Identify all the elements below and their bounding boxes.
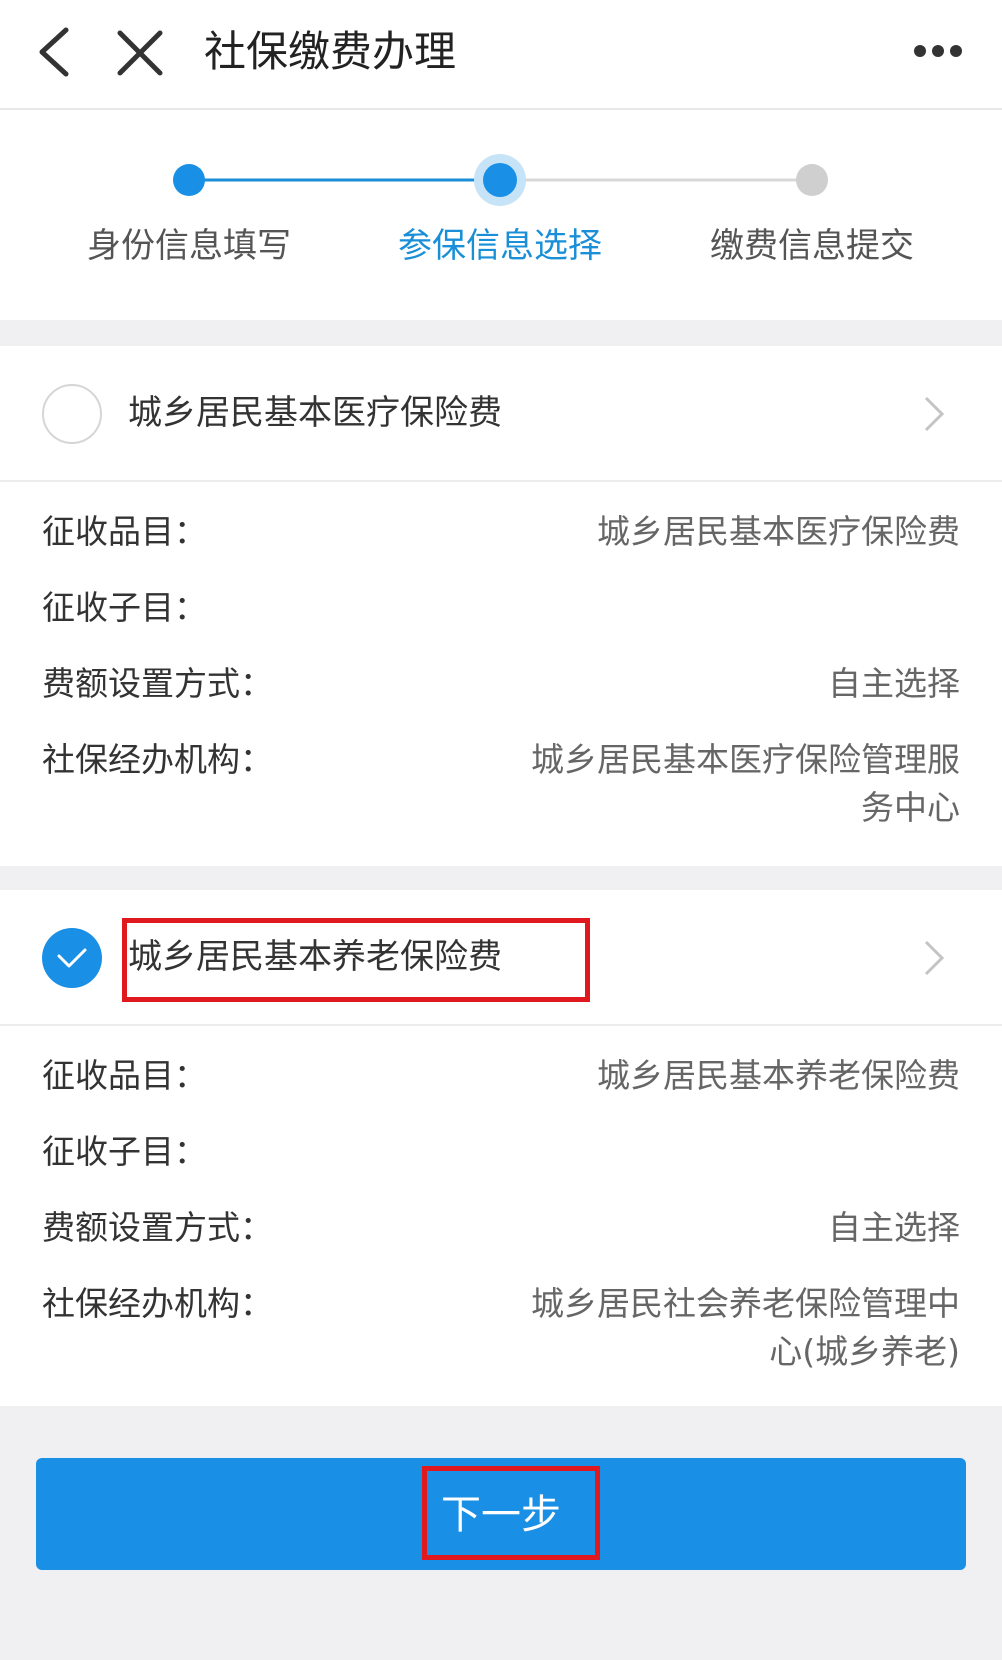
step-track [173, 154, 828, 206]
row-value: 城乡居民社会养老保险管理中 心(城乡养老) [440, 1280, 960, 1376]
row-value: 城乡居民基本医疗保险费 [597, 512, 960, 551]
row-value: 城乡居民基本医疗保险管理服 务中心 [440, 736, 960, 832]
radio-unchecked[interactable] [42, 384, 102, 444]
row-value-line: 城乡居民基本医疗保险管理服 [531, 740, 960, 779]
card-title: 城乡居民基本医疗保险费 [128, 393, 502, 433]
row-label: 社保经办机构： [42, 740, 273, 779]
step-dot-pending [796, 164, 828, 196]
step-indicator: 身份信息填写 参保信息选择 缴费信息提交 [0, 110, 1002, 320]
check-icon [57, 948, 87, 968]
insurance-card-pension: 城乡居民基本养老保险费 征收品目： 城乡居民基本养老保险费 征收子目： 费额设置… [0, 890, 1002, 1406]
radio-checked[interactable] [42, 928, 102, 988]
close-icon[interactable] [115, 28, 165, 78]
highlight-box [122, 918, 590, 1002]
chevron-right-icon [924, 396, 945, 432]
card-header[interactable]: 城乡居民基本养老保险费 [0, 890, 1002, 1026]
row-value: 自主选择 [828, 1208, 960, 1247]
step-dot-active [483, 163, 517, 197]
step-label-1: 身份信息填写 [87, 226, 291, 266]
row-value-line: 心(城乡养老) [769, 1332, 960, 1371]
nav-bar: 社保缴费办理 [0, 0, 1002, 110]
step-label-3: 缴费信息提交 [710, 226, 914, 266]
row-label: 征收子目： [42, 1132, 207, 1171]
card-header[interactable]: 城乡居民基本医疗保险费 [0, 346, 1002, 482]
row-value-line: 城乡居民社会养老保险管理中 [531, 1284, 960, 1323]
row-label: 费额设置方式： [42, 1208, 273, 1247]
row-label: 征收品目： [42, 512, 207, 551]
row-label: 征收品目： [42, 1056, 207, 1095]
insurance-card-medical: 城乡居民基本医疗保险费 征收品目： 城乡居民基本医疗保险费 征收子目： 费额设置… [0, 346, 1002, 866]
chevron-left-icon[interactable] [32, 26, 76, 78]
row-value: 城乡居民基本养老保险费 [597, 1056, 960, 1095]
chevron-right-icon [924, 940, 945, 976]
step-label-2: 参保信息选择 [398, 226, 602, 266]
page-title: 社保缴费办理 [204, 27, 457, 76]
highlight-box [422, 1466, 600, 1560]
row-label: 费额设置方式： [42, 664, 273, 703]
step-dot-done [173, 164, 205, 196]
row-value-line: 务中心 [861, 788, 960, 827]
row-label: 征收子目： [42, 588, 207, 627]
row-value: 自主选择 [828, 664, 960, 703]
row-label: 社保经办机构： [42, 1284, 273, 1323]
more-horizontal-icon[interactable] [912, 36, 964, 66]
